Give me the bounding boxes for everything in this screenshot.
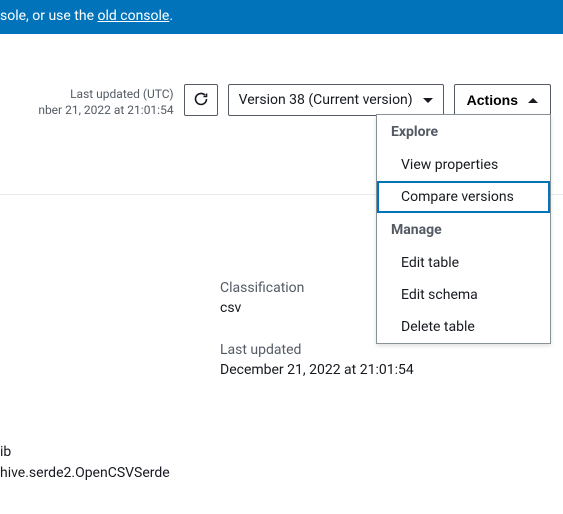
dropdown-section-manage: Manage	[377, 213, 550, 247]
actions-button[interactable]: Actions	[454, 84, 551, 116]
last-updated-label: Last updated (UTC)	[38, 86, 173, 102]
dropdown-section-explore: Explore	[377, 115, 550, 149]
version-select-label: Version 38 (Current version)	[239, 92, 413, 108]
banner-prefix: sole, or use the	[0, 8, 98, 24]
dropdown-item-compare-versions[interactable]: Compare versions	[377, 181, 550, 213]
field-last-updated: Last updated December 21, 2022 at 21:01:…	[220, 342, 563, 378]
actions-dropdown: Explore View properties Compare versions…	[376, 114, 551, 344]
chevron-down-icon	[423, 98, 433, 103]
detail-last-updated-value: December 21, 2022 at 21:01:54	[220, 362, 563, 378]
last-updated-value: nber 21, 2022 at 21:01:54	[38, 102, 173, 118]
serde-info: ib hive.serde2.OpenCSVSerde	[0, 442, 170, 484]
detail-last-updated-label: Last updated	[220, 342, 563, 358]
actions-button-label: Actions	[467, 92, 518, 108]
dropdown-item-delete-table[interactable]: Delete table	[377, 311, 550, 343]
refresh-button[interactable]	[184, 84, 218, 116]
serde-line-2: hive.serde2.OpenCSVSerde	[0, 463, 170, 484]
dropdown-item-view-properties[interactable]: View properties	[377, 149, 550, 181]
banner-suffix: .	[169, 8, 173, 24]
header-toolbar: Last updated (UTC) nber 21, 2022 at 21:0…	[0, 34, 563, 118]
version-select[interactable]: Version 38 (Current version)	[228, 84, 444, 116]
chevron-up-icon	[528, 98, 538, 103]
serde-line-1: ib	[0, 442, 170, 463]
last-updated-block: Last updated (UTC) nber 21, 2022 at 21:0…	[38, 84, 173, 118]
dropdown-item-edit-table[interactable]: Edit table	[377, 247, 550, 279]
info-banner: sole, or use the old console.	[0, 0, 563, 34]
dropdown-item-edit-schema[interactable]: Edit schema	[377, 279, 550, 311]
refresh-icon	[193, 91, 209, 110]
banner-link-old-console[interactable]: old console	[98, 8, 170, 24]
